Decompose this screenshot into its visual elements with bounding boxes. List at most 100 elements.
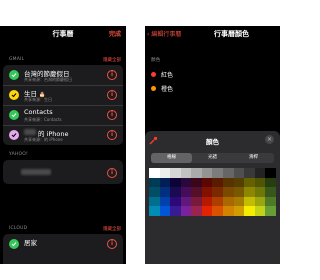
color-swatch[interactable]	[265, 177, 276, 187]
color-swatch[interactable]	[201, 196, 213, 206]
checkmark-icon[interactable]	[9, 130, 19, 140]
picker-mode-tabs: 格線 光譜 滑桿	[151, 153, 274, 163]
info-icon[interactable]: i	[107, 239, 117, 249]
section-icloud: ICLOUD	[9, 226, 28, 231]
calendar-source: 共享來源：生日	[24, 97, 52, 102]
color-swatch[interactable]	[159, 187, 171, 197]
color-swatch[interactable]	[170, 196, 181, 206]
color-swatch[interactable]	[244, 206, 255, 216]
calendar-source: 共享來源：Contacts	[24, 117, 62, 122]
color-swatch[interactable]	[170, 206, 181, 216]
checkmark-icon[interactable]	[9, 90, 19, 100]
color-swatch[interactable]	[223, 168, 234, 178]
color-label: 紅色	[161, 72, 174, 79]
color-swatch[interactable]	[180, 177, 192, 187]
checkmark-icon[interactable]	[9, 110, 19, 120]
color-swatch[interactable]	[212, 168, 224, 178]
color-swatch[interactable]	[244, 168, 255, 178]
info-icon[interactable]: i	[107, 70, 117, 80]
color-swatch[interactable]	[180, 168, 192, 178]
color-swatch[interactable]	[212, 187, 224, 197]
checkmark-icon[interactable]	[9, 239, 19, 249]
color-picker-sheet: 顏色 × 格線 光譜 滑桿	[145, 131, 280, 264]
calendar-source: 共享來源：台灣的節慶假日	[24, 77, 72, 82]
color-swatch[interactable]	[159, 168, 171, 178]
color-swatch[interactable]	[191, 168, 202, 178]
color-swatch[interactable]	[180, 206, 192, 216]
color-swatch[interactable]	[191, 177, 202, 187]
section-colors: 顏色	[151, 58, 161, 63]
color-swatch[interactable]	[233, 187, 245, 197]
color-swatch[interactable]	[233, 196, 245, 206]
color-swatch[interactable]	[223, 177, 234, 187]
icloud-calendar-list: 居家 i	[3, 234, 123, 264]
color-swatch[interactable]	[149, 168, 160, 178]
color-swatch[interactable]	[180, 196, 192, 206]
redacted-name	[24, 129, 36, 135]
calendar-row[interactable]: 的 iPhone 共享來源：的 iPhone i	[3, 125, 123, 145]
color-swatch[interactable]	[223, 206, 234, 216]
calendar-row[interactable]: 生日 🎂 共享來源：生日 i	[3, 85, 123, 106]
calendars-screen: 行事曆 完成 GMAIL 隱藏全部 台灣的節慶假日 共享來源：台灣的節慶假日 i…	[0, 26, 126, 264]
done-button[interactable]: 完成	[109, 29, 121, 38]
info-icon[interactable]: i	[107, 130, 117, 140]
color-swatch[interactable]	[265, 187, 276, 197]
hide-all-icloud-button[interactable]: 隱藏全部	[103, 226, 121, 232]
chevron-left-icon: ‹	[147, 31, 150, 38]
color-swatch[interactable]	[254, 168, 266, 178]
color-swatch[interactable]	[265, 206, 276, 216]
checkmark-icon[interactable]	[9, 70, 19, 80]
info-icon[interactable]: i	[107, 168, 117, 178]
color-swatch[interactable]	[254, 206, 266, 216]
color-swatch[interactable]	[159, 196, 171, 206]
color-swatch[interactable]	[201, 168, 213, 178]
color-swatch[interactable]	[212, 196, 224, 206]
color-swatch[interactable]	[201, 187, 213, 197]
color-swatch[interactable]	[244, 187, 255, 197]
color-swatch[interactable]	[201, 177, 213, 187]
color-option-orange[interactable]: 橙色	[149, 82, 280, 96]
color-swatch[interactable]	[191, 206, 202, 216]
close-icon[interactable]: ×	[265, 135, 274, 144]
color-swatch[interactable]	[254, 196, 266, 206]
color-swatch[interactable]	[223, 187, 234, 197]
sheet-title: 顏色	[206, 138, 219, 146]
calendar-row[interactable]: Contacts 共享來源：Contacts i	[3, 105, 123, 126]
calendar-row[interactable]: 居家 i	[3, 234, 123, 254]
info-icon[interactable]: i	[107, 110, 117, 120]
color-swatch[interactable]	[233, 177, 245, 187]
calendar-source: 共享來源：的 iPhone	[24, 137, 63, 142]
color-swatch[interactable]	[170, 177, 181, 187]
color-swatch[interactable]	[170, 168, 181, 178]
color-swatch[interactable]	[265, 168, 276, 178]
hide-all-gmail-button[interactable]: 隱藏全部	[103, 57, 121, 63]
color-option-red[interactable]: 紅色	[149, 68, 280, 82]
color-swatch[interactable]	[233, 168, 245, 178]
color-swatch[interactable]	[149, 187, 160, 197]
color-swatch[interactable]	[170, 187, 181, 197]
color-swatch[interactable]	[159, 177, 171, 187]
color-swatch[interactable]	[212, 206, 224, 216]
color-swatch[interactable]	[254, 187, 266, 197]
info-icon[interactable]: i	[107, 90, 117, 100]
color-swatch[interactable]	[149, 206, 160, 216]
color-swatch[interactable]	[244, 177, 255, 187]
color-swatch[interactable]	[191, 187, 202, 197]
back-button[interactable]: ‹ 編輯行事曆	[147, 29, 181, 38]
color-swatch[interactable]	[254, 177, 266, 187]
tab-grid[interactable]: 格線	[151, 153, 192, 163]
color-swatch[interactable]	[265, 196, 276, 206]
color-swatch[interactable]	[149, 196, 160, 206]
tab-spectrum[interactable]: 光譜	[192, 153, 233, 163]
calendar-row[interactable]: 台灣的節慶假日 共享來源：台灣的節慶假日 i	[3, 65, 123, 86]
color-swatch[interactable]	[212, 177, 224, 187]
color-swatch[interactable]	[223, 196, 234, 206]
color-swatch[interactable]	[201, 206, 213, 216]
color-swatch[interactable]	[149, 177, 160, 187]
color-swatch[interactable]	[233, 206, 245, 216]
color-swatch[interactable]	[180, 187, 192, 197]
color-swatch[interactable]	[191, 196, 202, 206]
color-swatch[interactable]	[244, 196, 255, 206]
color-swatch[interactable]	[159, 206, 171, 216]
tab-sliders[interactable]: 滑桿	[233, 153, 274, 163]
